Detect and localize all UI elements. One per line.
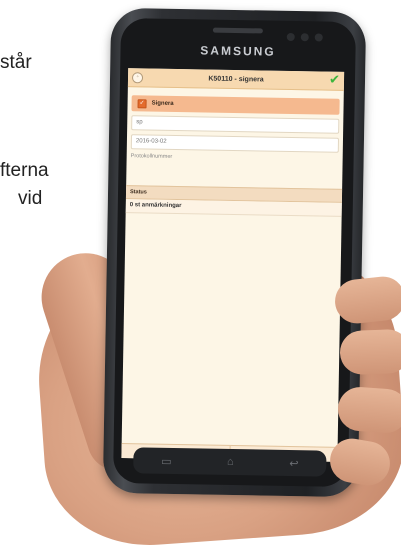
hand-finger <box>339 328 401 376</box>
back-icon[interactable]: ◦ <box>131 72 144 84</box>
signera-checkbox[interactable]: ✓ <box>137 98 147 108</box>
back-nav-icon[interactable]: ↩ <box>289 456 298 469</box>
hardware-nav-bar: ▭ ⌂ ↩ <box>133 447 327 477</box>
doc-text-fragment-2: fterna <box>0 160 49 181</box>
speaker-grille <box>212 27 263 34</box>
protocol-number-label: Protokollnummer <box>130 153 173 160</box>
app-titlebar: ◦ K50110 - signera ✔ <box>127 68 345 91</box>
date-field[interactable]: 2016-03-02 <box>130 134 340 153</box>
doc-text-fragment-1: står <box>0 52 32 73</box>
phone-device: SAMSUNG ◦ K50110 - signera ✔ ✓ Signera s… <box>102 7 367 498</box>
sensor-dot <box>286 32 295 42</box>
signera-label: Signera <box>151 100 174 107</box>
doc-text-fragment-3: vid <box>18 188 43 209</box>
sensor-dot <box>300 33 309 42</box>
status-row[interactable]: 0 st anmärkningar <box>125 199 342 217</box>
app-screen: ◦ K50110 - signera ✔ ✓ Signera sp 2016-0… <box>121 68 345 462</box>
page-title: K50110 - signera <box>208 75 264 83</box>
check-icon[interactable]: ✔ <box>329 72 340 87</box>
signera-toggle[interactable]: ✓ Signera <box>131 95 340 115</box>
home-nav-icon[interactable]: ⌂ <box>227 456 234 468</box>
recent-nav-icon[interactable]: ▭ <box>161 454 172 467</box>
signer-field[interactable]: sp <box>131 115 340 134</box>
